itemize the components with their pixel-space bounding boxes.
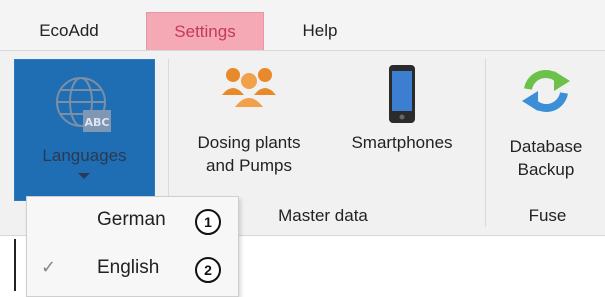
smartphone-icon xyxy=(389,65,415,123)
languages-label: Languages xyxy=(42,146,127,165)
callout-badge: 2 xyxy=(195,257,221,283)
chevron-down-icon xyxy=(78,173,90,179)
dosing-plants-label-line2: and Pumps xyxy=(206,156,292,175)
tab-settings[interactable]: Settings xyxy=(146,12,264,50)
ribbon-separator xyxy=(485,59,486,227)
dosing-plants-button[interactable]: Dosing plants and Pumps xyxy=(180,63,318,177)
menu-item-english[interactable]: ✓ English 2 xyxy=(27,247,238,293)
menu-bar: EcoAdd Settings Help xyxy=(0,0,605,50)
panel-edge xyxy=(14,239,16,291)
smartphones-label: Smartphones xyxy=(351,133,453,152)
dosing-plants-label-line1: Dosing plants xyxy=(197,133,301,152)
people-group-icon xyxy=(222,68,276,107)
languages-dropdown: German 1 ✓ English 2 xyxy=(26,196,239,297)
database-backup-button[interactable]: Database Backup xyxy=(492,63,600,181)
group-label-fuse: Fuse xyxy=(528,206,567,225)
smartphones-button[interactable]: Smartphones xyxy=(333,63,471,154)
database-backup-label-line1: Database xyxy=(509,137,583,156)
group-label-master-data: Master data xyxy=(278,206,368,225)
checkmark-icon: ✓ xyxy=(41,257,57,277)
languages-button[interactable]: ABC Languages xyxy=(14,59,155,201)
callout-badge: 1 xyxy=(195,209,221,235)
menu-item-german[interactable]: German 1 xyxy=(27,199,238,245)
sync-arrows-icon xyxy=(522,70,570,112)
database-backup-label-line2: Backup xyxy=(517,160,575,179)
menu-item-label: English xyxy=(97,257,160,278)
globe-abc-icon: ABC xyxy=(56,77,111,132)
menu-item-label: German xyxy=(97,209,166,230)
svg-text:ABC: ABC xyxy=(85,116,110,129)
tab-ecoadd[interactable]: EcoAdd xyxy=(14,12,124,50)
tab-help[interactable]: Help xyxy=(280,12,360,50)
